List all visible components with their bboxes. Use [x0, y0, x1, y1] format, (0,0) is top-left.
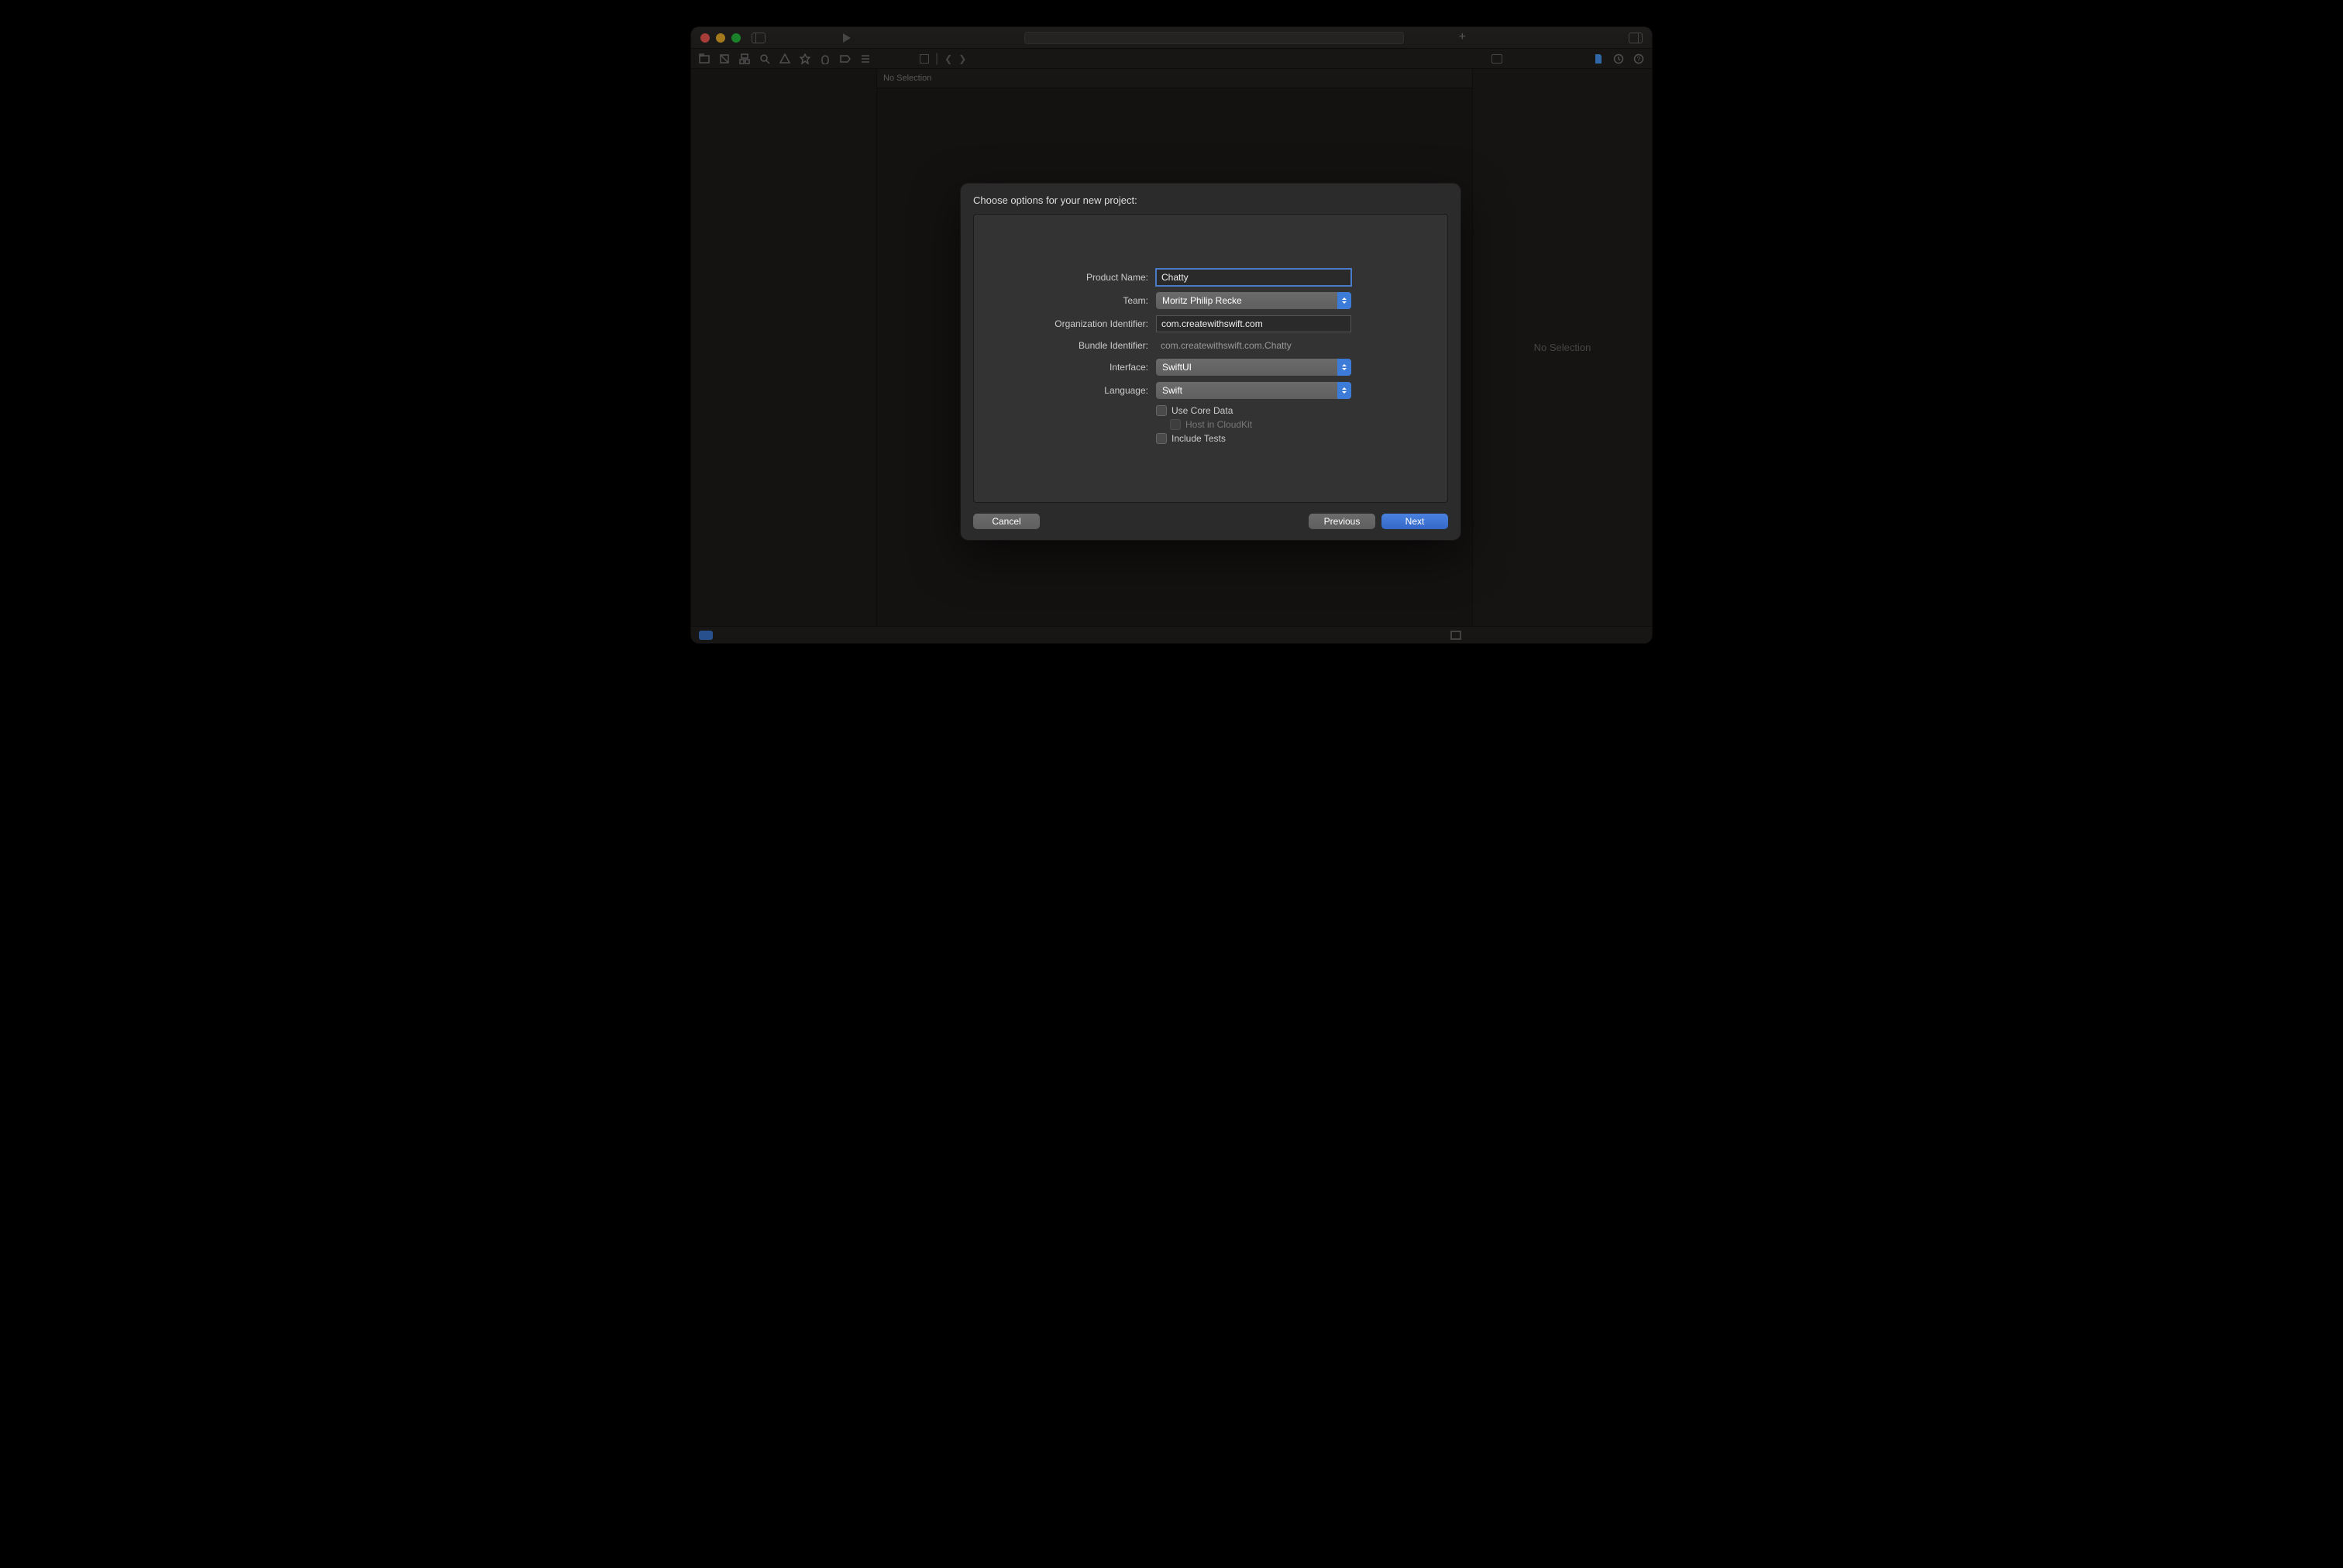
org-identifier-input[interactable] — [1156, 315, 1351, 332]
team-value: Moritz Philip Recke — [1162, 295, 1242, 306]
org-identifier-row: Organization Identifier: — [997, 315, 1424, 332]
cloudkit-label: Host in CloudKit — [1185, 419, 1252, 430]
language-label: Language: — [997, 385, 1156, 396]
xcode-window: + | ❮ ❯ — [691, 27, 1652, 643]
interface-value: SwiftUI — [1162, 362, 1192, 373]
interface-label: Interface: — [997, 362, 1156, 373]
core-data-row: Use Core Data — [1156, 405, 1351, 416]
interface-popup[interactable]: SwiftUI — [1156, 359, 1351, 376]
cancel-button[interactable]: Cancel — [973, 514, 1040, 529]
language-row: Language: Swift — [997, 382, 1424, 399]
chevron-updown-icon — [1337, 382, 1351, 399]
language-popup[interactable]: Swift — [1156, 382, 1351, 399]
interface-row: Interface: SwiftUI — [997, 359, 1424, 376]
cloudkit-row: Host in CloudKit — [1170, 419, 1351, 430]
include-tests-label: Include Tests — [1172, 433, 1226, 444]
core-data-label: Use Core Data — [1172, 405, 1233, 416]
team-row: Team: Moritz Philip Recke — [997, 292, 1424, 309]
team-popup[interactable]: Moritz Philip Recke — [1156, 292, 1351, 309]
include-tests-row: Include Tests — [1156, 433, 1351, 444]
core-data-checkbox[interactable] — [1156, 405, 1167, 416]
language-value: Swift — [1162, 385, 1182, 396]
sheet-title: Choose options for your new project: — [961, 184, 1461, 214]
bundle-identifier-row: Bundle Identifier: com.createwithswift.c… — [997, 339, 1424, 352]
bundle-identifier-label: Bundle Identifier: — [997, 340, 1156, 351]
next-button[interactable]: Next — [1381, 514, 1448, 529]
product-name-label: Product Name: — [997, 272, 1156, 283]
cloudkit-checkbox — [1170, 419, 1181, 430]
sheet-body: Product Name: Team: Moritz Philip Recke — [973, 214, 1448, 503]
chevron-updown-icon — [1337, 292, 1351, 309]
checkbox-group: Use Core Data Host in CloudKit Include T… — [997, 405, 1424, 447]
product-name-row: Product Name: — [997, 269, 1424, 286]
chevron-updown-icon — [1337, 359, 1351, 376]
org-identifier-label: Organization Identifier: — [997, 318, 1156, 329]
include-tests-checkbox[interactable] — [1156, 433, 1167, 444]
new-project-options-sheet: Choose options for your new project: Pro… — [961, 184, 1461, 540]
previous-button[interactable]: Previous — [1309, 514, 1375, 529]
sheet-footer: Cancel Previous Next — [961, 503, 1461, 540]
team-label: Team: — [997, 295, 1156, 306]
product-name-input[interactable] — [1156, 269, 1351, 286]
bundle-identifier-value: com.createwithswift.com.Chatty — [1156, 339, 1351, 352]
